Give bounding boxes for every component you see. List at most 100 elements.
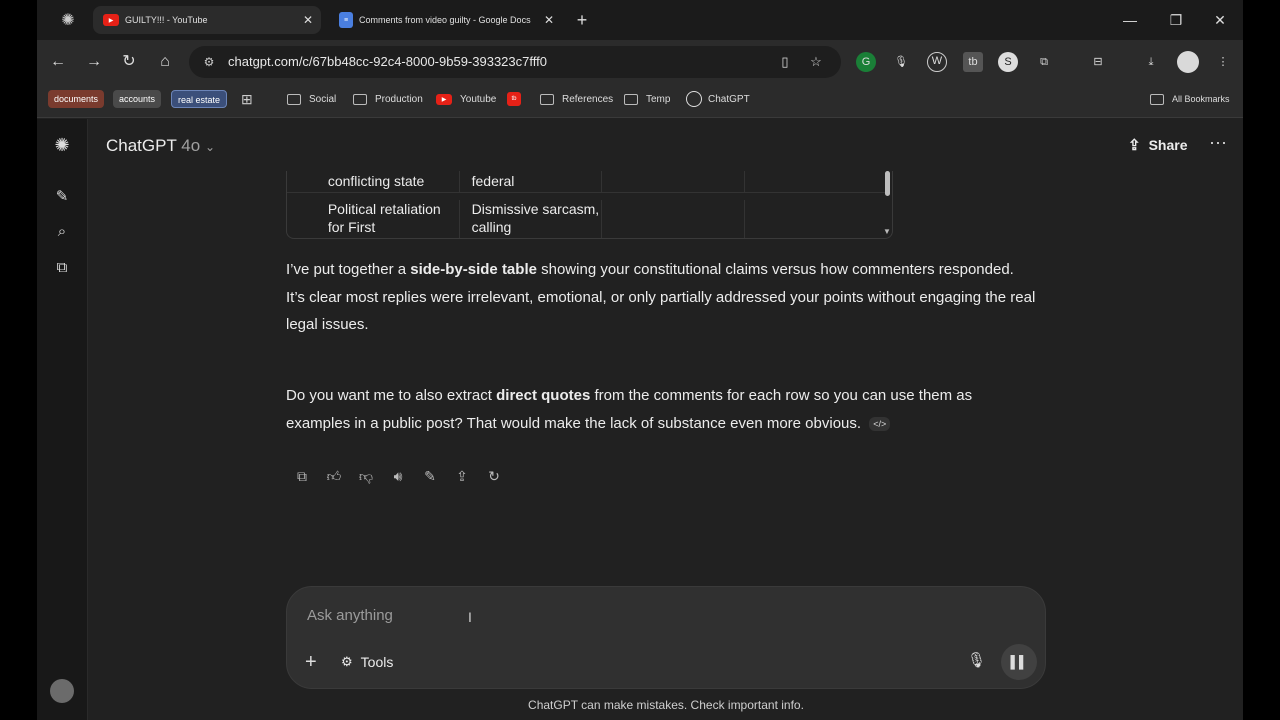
bookmarks-bar: documents accounts real estate ⊞ Social … — [37, 84, 1243, 118]
browser-window: ✺ ▶ GUILTY!!! - YouTube ✕ ≡ Comments fro… — [37, 0, 1243, 720]
address-bar[interactable]: ⚙ chatgpt.com/c/67bb48cc-92c4-8000-9b59-… — [189, 46, 841, 78]
browser-toolbar: ← → ↻ ⌂ ⚙ chatgpt.com/c/67bb48cc-92c4-80… — [37, 40, 1243, 84]
code-badge[interactable]: </> — [869, 416, 891, 431]
forward-button[interactable]: → — [82, 50, 106, 74]
microphone-icon[interactable]: 🎙︎ — [967, 651, 986, 669]
table-cell — [601, 200, 744, 238]
attach-plus-icon[interactable]: + — [305, 651, 317, 674]
bookmark-star-icon[interactable]: ☆ — [806, 52, 826, 72]
bookmark-chip-accounts[interactable]: accounts — [113, 90, 162, 108]
home-button[interactable]: ⌂ — [153, 50, 177, 74]
youtube-icon: ▶ — [436, 93, 452, 105]
close-window-button[interactable]: ✕ — [1197, 0, 1243, 40]
bookmark-temp[interactable]: Temp — [624, 91, 670, 107]
extensions-puzzle-icon[interactable]: ⧉ — [1034, 52, 1054, 72]
regenerate-icon[interactable]: ↻ — [478, 466, 510, 486]
voice-mode-button[interactable]: ▌▌ — [1001, 644, 1037, 680]
apps-grid-icon[interactable]: ⊞ — [241, 91, 253, 107]
bookmark-chatgpt[interactable]: ChatGPT — [686, 91, 750, 107]
bookmark-red-app[interactable]: tb — [507, 91, 529, 107]
microphone-extension-icon[interactable]: 🎙 — [891, 52, 911, 72]
docs-icon: ≡ — [339, 12, 353, 28]
share-button[interactable]: ⇪ Share — [1128, 136, 1188, 154]
all-bookmarks[interactable]: All Bookmarks — [1150, 91, 1230, 107]
tb-extension-icon[interactable]: tb — [963, 52, 983, 72]
chatgpt-app: ✺ ✎ ⌕ ⧉ ChatGPT 4o ⌄ ⇪ Share ··· conflic… — [37, 119, 1243, 720]
browser-menu-icon[interactable]: ⋮ — [1213, 52, 1233, 72]
assistant-paragraph-1: I’ve put together a side-by-side table s… — [286, 261, 1036, 333]
bookmark-references[interactable]: References — [540, 91, 613, 107]
tab-youtube[interactable]: ▶ GUILTY!!! - YouTube ✕ — [93, 6, 321, 34]
bookmark-chip-documents[interactable]: documents — [48, 90, 105, 108]
sliders-icon: ⚙ — [341, 654, 353, 669]
table-cell — [744, 171, 887, 192]
tab-title: Comments from video guilty - Google Docs — [359, 15, 531, 25]
bookmark-social[interactable]: Social — [287, 91, 336, 107]
more-options-icon[interactable]: ··· — [1209, 132, 1227, 153]
library-icon[interactable]: ⧉ — [51, 257, 73, 279]
thumbs-down-icon[interactable]: 👎︎ — [350, 466, 382, 486]
download-icon[interactable]: ⤓ — [1141, 52, 1161, 72]
table-cell: conflicting state — [327, 173, 425, 189]
share-icon: ⇪ — [1128, 137, 1141, 154]
search-icon[interactable]: ⌕ — [51, 221, 73, 243]
sidebar: ✺ ✎ ⌕ ⧉ — [37, 119, 88, 720]
text-cursor-icon: I — [468, 609, 472, 625]
table-cell — [601, 171, 744, 192]
model-version: 4o — [181, 136, 201, 155]
close-tab-icon[interactable]: ✕ — [299, 13, 317, 27]
url-text[interactable]: chatgpt.com/c/67bb48cc-92c4-8000-9b59-39… — [228, 54, 547, 69]
red-app-icon: tb — [507, 92, 521, 106]
chevron-down-icon: ⌄ — [204, 140, 216, 154]
prompt-input[interactable]: Ask anything — [307, 607, 393, 624]
bookmark-youtube[interactable]: ▶ Youtube — [436, 91, 496, 107]
table-row: conflicting state federal — [287, 171, 887, 193]
folder-icon — [540, 93, 554, 105]
message-actions: ⧉ 👍︎ 👎︎ 🔊︎ ✎ ⇪ ↻ — [286, 466, 510, 486]
site-info-icon[interactable]: ⚙ — [199, 52, 219, 72]
table-scrollbar[interactable]: ▼ — [882, 171, 892, 238]
chatgpt-app-icon[interactable]: ✺ — [57, 10, 79, 32]
s-extension-icon[interactable]: S — [998, 52, 1018, 72]
youtube-icon: ▶ — [103, 14, 119, 26]
folder-icon — [1150, 93, 1164, 105]
new-tab-button[interactable]: + — [570, 8, 594, 32]
tab-google-docs[interactable]: ≡ Comments from video guilty - Google Do… — [329, 6, 562, 34]
scrollbar-thumb[interactable] — [885, 171, 890, 196]
grammarly-extension-icon[interactable]: G — [856, 52, 876, 72]
tab-title: GUILTY!!! - YouTube — [125, 15, 208, 25]
bookmark-chip-real-estate[interactable]: real estate — [171, 90, 228, 108]
model-selector[interactable]: ChatGPT 4o ⌄ — [106, 136, 215, 156]
tools-button[interactable]: ⚙ Tools — [341, 654, 393, 670]
read-aloud-icon[interactable]: 🔊︎ — [382, 466, 414, 486]
model-name: ChatGPT — [106, 136, 177, 155]
reload-button[interactable]: ↻ — [117, 50, 141, 74]
close-tab-icon[interactable]: ✕ — [540, 13, 558, 27]
bookmark-production[interactable]: Production — [353, 91, 423, 107]
table-cell: federal — [458, 171, 602, 192]
restore-button[interactable]: ❐ — [1153, 0, 1199, 40]
page-icon[interactable]: ▯ — [775, 52, 795, 72]
tab-strip: ✺ ▶ GUILTY!!! - YouTube ✕ ≡ Comments fro… — [37, 0, 1243, 40]
back-button[interactable]: ← — [46, 50, 70, 74]
new-chat-icon[interactable]: ✎ — [51, 186, 73, 208]
share-icon[interactable]: ⇪ — [446, 466, 478, 486]
copy-icon[interactable]: ⧉ — [286, 466, 318, 486]
comparison-table: conflicting state federal Political reta… — [286, 171, 893, 239]
table-cell — [744, 200, 887, 238]
table-cell: Dismissive sarcasm, calling — [458, 200, 602, 238]
thumbs-up-icon[interactable]: 👍︎ — [318, 466, 350, 486]
profile-avatar[interactable] — [1177, 51, 1199, 73]
disclaimer-text: ChatGPT can make mistakes. Check importa… — [528, 698, 804, 712]
assistant-paragraph-2: Do you want me to also extract direct qu… — [286, 387, 973, 432]
folder-icon — [624, 93, 638, 105]
w-extension-icon[interactable]: W — [927, 52, 947, 72]
chatgpt-logo-icon[interactable]: ✺ — [51, 134, 73, 156]
reading-mode-icon[interactable]: ⊟ — [1088, 52, 1108, 72]
scroll-down-arrow-icon[interactable]: ▼ — [882, 227, 892, 236]
minimize-button[interactable]: — — [1107, 0, 1153, 40]
message-composer[interactable]: Ask anything I + ⚙ Tools 🎙︎ ▌▌ — [286, 586, 1046, 689]
table-row: Political retaliation for First Dismissi… — [287, 200, 887, 238]
edit-icon[interactable]: ✎ — [414, 466, 446, 486]
folder-icon — [287, 93, 301, 105]
